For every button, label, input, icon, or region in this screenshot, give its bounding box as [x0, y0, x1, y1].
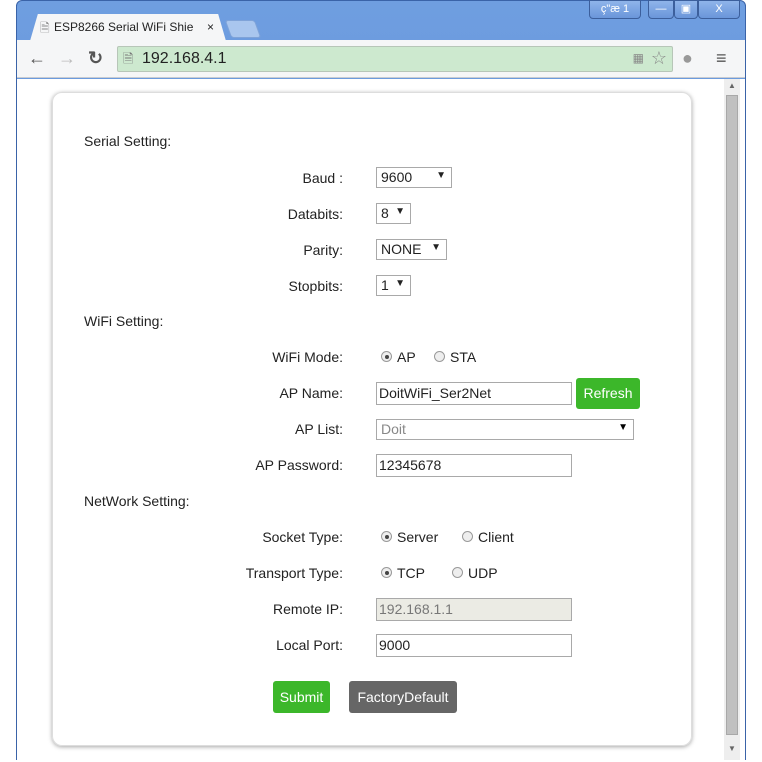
- radio-udp[interactable]: [452, 567, 463, 578]
- ap-password-label: AP Password:: [255, 457, 343, 473]
- remote-ip-label: Remote IP:: [272, 601, 343, 617]
- star-icon[interactable]: ☆: [651, 48, 667, 69]
- ap-name-input[interactable]: DoitWiFi_Ser2Net: [376, 382, 572, 405]
- section-serial-setting: Serial Setting:: [84, 133, 172, 149]
- radio-sta[interactable]: [434, 351, 445, 362]
- baud-value: 9600: [381, 169, 413, 185]
- radio-ap[interactable]: [381, 351, 392, 362]
- transport-type-label: Transport Type:: [245, 565, 343, 581]
- ap-list-value: Doit: [381, 421, 406, 437]
- tab-active[interactable]: 🗎 ESP8266 Serial WiFi Shie ×: [30, 14, 226, 41]
- tab-title: ESP8266 Serial WiFi Shie: [54, 20, 194, 34]
- parity-value: NONE: [381, 241, 422, 257]
- stopbits-label: Stopbits:: [288, 278, 343, 294]
- menu-icon[interactable]: ≡: [716, 48, 727, 69]
- radio-server[interactable]: [381, 531, 392, 542]
- globe-icon[interactable]: ●: [682, 48, 693, 69]
- factory-default-button[interactable]: FactoryDefault: [349, 681, 457, 713]
- local-port-label: Local Port:: [276, 637, 343, 653]
- back-icon[interactable]: ←: [28, 48, 46, 69]
- scrollbar-thumb[interactable]: [726, 95, 738, 735]
- new-tab-button[interactable]: [224, 20, 262, 38]
- minimize-button[interactable]: —: [648, 0, 674, 19]
- ime-indicator: ç"æ 1: [589, 0, 641, 19]
- baud-select[interactable]: 9600 ▼: [376, 167, 452, 188]
- radio-tcp-label: TCP: [397, 565, 425, 581]
- radio-tcp[interactable]: [381, 567, 392, 578]
- page-icon: 🗎: [40, 21, 50, 35]
- local-port-input[interactable]: 9000: [376, 634, 572, 657]
- maximize-button[interactable]: ▣: [674, 0, 698, 19]
- ap-list-label: AP List:: [295, 421, 343, 437]
- page-icon: 🗎: [123, 51, 134, 66]
- baud-label: Baud :: [302, 170, 343, 186]
- dropdown-arrow-icon: ▼: [395, 278, 405, 289]
- tab-close-icon[interactable]: ×: [207, 20, 214, 34]
- socket-type-label: Socket Type:: [262, 529, 343, 545]
- scroll-down-icon[interactable]: ▼: [728, 744, 736, 753]
- parity-label: Parity:: [303, 242, 343, 258]
- submit-button[interactable]: Submit: [273, 681, 330, 713]
- dropdown-arrow-icon: ▼: [431, 242, 441, 253]
- radio-server-label: Server: [397, 529, 439, 545]
- remote-ip-input[interactable]: 192.168.1.1: [376, 598, 572, 621]
- databits-label: Databits:: [287, 206, 343, 222]
- ap-list-select[interactable]: Doit ▼: [376, 419, 634, 440]
- radio-ap-label: AP: [397, 349, 416, 365]
- radio-udp-label: UDP: [468, 565, 498, 581]
- wifi-mode-label: WiFi Mode:: [272, 349, 343, 365]
- databits-value: 8: [381, 205, 389, 221]
- forward-icon[interactable]: →: [58, 48, 76, 69]
- dropdown-arrow-icon: ▼: [436, 170, 446, 181]
- stopbits-value: 1: [381, 277, 389, 293]
- dropdown-arrow-icon: ▼: [618, 422, 628, 433]
- refresh-button[interactable]: Refresh: [576, 378, 640, 409]
- url-text: 192.168.4.1: [142, 50, 227, 67]
- radio-client-label: Client: [478, 529, 514, 545]
- databits-select[interactable]: 8 ▼: [376, 203, 411, 224]
- dropdown-arrow-icon: ▼: [395, 206, 405, 217]
- translate-icon[interactable]: ▦: [633, 51, 644, 65]
- address-bar[interactable]: 🗎 192.168.4.1 ▦ ☆: [117, 46, 673, 72]
- section-network-setting: NetWork Setting:: [84, 493, 190, 509]
- parity-select[interactable]: NONE ▼: [376, 239, 447, 260]
- close-window-button[interactable]: X: [698, 0, 740, 19]
- ap-password-input[interactable]: 12345678: [376, 454, 572, 477]
- section-wifi-setting: WiFi Setting:: [84, 313, 164, 329]
- radio-client[interactable]: [462, 531, 473, 542]
- scroll-up-icon[interactable]: ▲: [728, 81, 736, 90]
- ap-name-label: AP Name:: [279, 385, 343, 401]
- stopbits-select[interactable]: 1 ▼: [376, 275, 411, 296]
- radio-sta-label: STA: [450, 349, 477, 365]
- reload-icon[interactable]: ↻: [88, 48, 103, 69]
